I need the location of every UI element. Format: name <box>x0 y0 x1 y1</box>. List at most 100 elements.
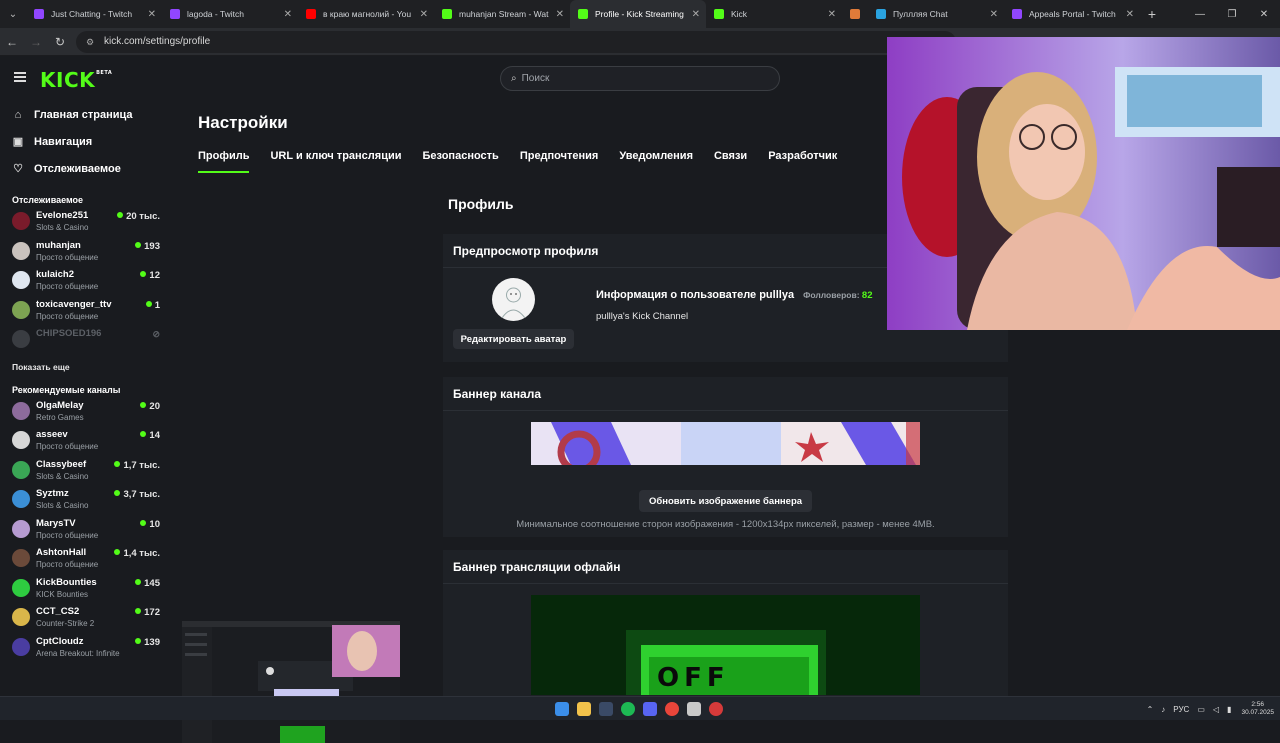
sidebar-nav-item[interactable]: ▣ Навигация <box>12 128 168 155</box>
url-bar[interactable]: ⚙ kick.com/settings/profile <box>76 30 956 53</box>
home-icon: ⌂ <box>14 108 22 121</box>
settings-tab[interactable]: URL и ключ трансляции <box>270 150 401 173</box>
browser-tabbar: ⌄ Just Chatting - Twitch ✕ lagoda - Twitch… <box>0 0 1280 28</box>
channel-banner-panel: Баннер канала Обновить изображение банне… <box>443 377 1008 537</box>
steam-icon[interactable] <box>599 702 613 716</box>
tab-close-icon[interactable]: ✕ <box>284 9 292 20</box>
edit-avatar-button[interactable]: Редактировать аватар <box>453 329 574 349</box>
chrome-icon[interactable] <box>665 702 679 716</box>
settings-tab[interactable]: Профиль <box>198 150 250 173</box>
thumbnail-image <box>182 621 400 743</box>
volume-icon[interactable]: ◁ <box>1213 705 1219 714</box>
channel-item[interactable]: toxicavenger_ttv Просто общение 1 <box>0 297 168 327</box>
sidebar: ⌂ Главная страница ▣ Навигация ♡ Отслеживаемо… <box>0 101 168 696</box>
followers-value: 82 <box>861 290 873 301</box>
avatar <box>12 578 30 597</box>
channel-item[interactable]: muhanjan Просто общение 193 <box>0 238 168 268</box>
show-more-button[interactable]: Показать еще <box>0 356 168 378</box>
tab-close-icon[interactable]: ✕ <box>420 9 428 20</box>
section-title: Профиль <box>448 196 514 212</box>
viewer-count: 1,4 тыс. <box>114 548 160 559</box>
channel-item[interactable]: kulaich2 Просто общение 12 <box>0 267 168 297</box>
browser-tab[interactable]: Just Chatting - Twitch ✕ <box>26 0 162 28</box>
channel-item[interactable]: Syztmz Slots & Casino 3,7 тыс. <box>0 486 168 516</box>
tab-close-icon[interactable]: ✕ <box>148 9 156 20</box>
url-text: kick.com/settings/profile <box>104 36 211 47</box>
viewer-count: 20 тыс. <box>117 211 160 222</box>
tab-close-icon[interactable]: ✕ <box>556 9 564 20</box>
channel-item[interactable]: MarysTV Просто общение 10 <box>0 516 168 546</box>
channel-item[interactable]: AshtonHall Просто общение 1,4 тыс. <box>0 545 168 575</box>
clock-date: 30.07.2025 <box>1241 709 1274 716</box>
channel-item[interactable]: OlgaMelay Retro Games 20 <box>0 398 168 428</box>
browser-icon[interactable] <box>709 702 723 716</box>
site-info-icon[interactable]: ⚙ <box>86 37 96 47</box>
clock[interactable]: 2:56 30.07.2025 <box>1241 701 1274 717</box>
avatar <box>12 431 30 449</box>
new-tab-button[interactable]: + <box>1140 6 1164 22</box>
tab-close-icon[interactable]: ✕ <box>828 9 836 20</box>
file-explorer-icon[interactable] <box>577 702 591 716</box>
forward-icon[interactable]: → <box>24 35 48 49</box>
maximize-icon[interactable]: ❐ <box>1216 0 1248 28</box>
discord-icon[interactable] <box>643 702 657 716</box>
network-icon[interactable]: ▭ <box>1197 705 1205 714</box>
tab-title: Appeals Portal - Twitch <box>1029 9 1116 19</box>
search-input[interactable]: ⌕ Поиск <box>500 66 780 91</box>
channel-item[interactable]: KickBounties KICK Bounties 145 <box>0 575 168 605</box>
lang-indicator[interactable]: РУС <box>1173 705 1189 714</box>
settings-tab[interactable]: Предпочтения <box>520 150 599 173</box>
browser-tab[interactable]: Appeals Portal - Twitch ✕ <box>1004 0 1140 28</box>
sidebar-nav-item[interactable]: ⌂ Главная страница <box>12 101 168 128</box>
tray-chevron-icon[interactable]: ⌃ <box>1147 705 1154 714</box>
banner-art <box>531 422 920 465</box>
channel-item[interactable]: asseev Просто общение 14 <box>0 427 168 457</box>
windows-start-icon[interactable] <box>555 702 569 716</box>
settings-tab[interactable]: Разработчик <box>768 150 837 173</box>
browser-tab[interactable]: Profile - Kick Streaming ✕ <box>570 0 706 28</box>
browser-tab[interactable]: в краю магнолий - You ✕ <box>298 0 434 28</box>
battery-icon[interactable]: ▮ <box>1227 705 1231 714</box>
avatar <box>12 490 30 508</box>
channel-item[interactable]: CCT_CS2 Counter-Strike 2 172 <box>0 604 168 634</box>
menu-icon[interactable] <box>14 72 26 82</box>
settings-tab[interactable]: Уведомления <box>619 150 693 173</box>
tab-favicon-icon <box>170 9 180 19</box>
channel-item[interactable]: CHIPSOED196 ⊘ <box>0 326 168 356</box>
browser-tab[interactable] <box>842 0 868 28</box>
browser-tab[interactable]: Пуллляя Chat ✕ <box>868 0 1004 28</box>
kick-logo[interactable]: KICKBETA <box>40 68 112 92</box>
settings-tab[interactable]: Безопасность <box>423 150 499 173</box>
tab-search-icon[interactable]: ⌄ <box>0 0 26 28</box>
viewer-count: 3,7 тыс. <box>114 489 160 500</box>
channel-item[interactable]: CptCloudz Arena Breakout: Infinite 139 <box>0 634 168 664</box>
tab-close-icon[interactable]: ✕ <box>1126 9 1134 20</box>
system-tray: ⌃ ♪ РУС ▭ ◁ ▮ 2:56 30.07.2025 <box>1139 701 1274 717</box>
minimize-icon[interactable]: — <box>1184 0 1216 28</box>
tab-close-icon[interactable]: ✕ <box>692 9 700 20</box>
user-info-title: Информация о пользователе pulllya <box>596 289 795 301</box>
settings-tab[interactable]: Связи <box>714 150 747 173</box>
update-banner-button[interactable]: Обновить изображение баннера <box>639 490 812 512</box>
browser-tab[interactable]: Kick ✕ <box>706 0 842 28</box>
taskbar-icons <box>555 702 731 716</box>
channel-category: Retro Games <box>36 412 84 422</box>
viewer-count: 20 <box>140 401 160 412</box>
reload-icon[interactable]: ↻ <box>48 35 72 49</box>
browser-tab[interactable]: lagoda - Twitch ✕ <box>162 0 298 28</box>
app-icon[interactable] <box>687 702 701 716</box>
tab-title: Just Chatting - Twitch <box>51 9 133 19</box>
browser-tab[interactable]: muhanjan Stream - Wat ✕ <box>434 0 570 28</box>
channel-item[interactable]: Classybeef Slots & Casino 1,7 тыс. <box>0 457 168 487</box>
microphone-icon[interactable]: ♪ <box>1161 705 1165 714</box>
spotify-icon[interactable] <box>621 702 635 716</box>
viewer-count: 139 <box>135 637 160 648</box>
settings-tabs: Профиль URL и ключ трансляции Безопасность… <box>198 150 858 173</box>
sidebar-nav-item[interactable]: ♡ Отслеживаемое <box>12 155 168 182</box>
preview-thumbnail <box>182 621 400 743</box>
channel-item[interactable]: Evelone251 Slots & Casino 20 тыс. <box>0 208 168 238</box>
close-window-icon[interactable]: ✕ <box>1248 0 1280 28</box>
back-icon[interactable]: ← <box>0 35 24 49</box>
logo-text: KICK <box>40 68 96 92</box>
tab-close-icon[interactable]: ✕ <box>990 9 998 20</box>
